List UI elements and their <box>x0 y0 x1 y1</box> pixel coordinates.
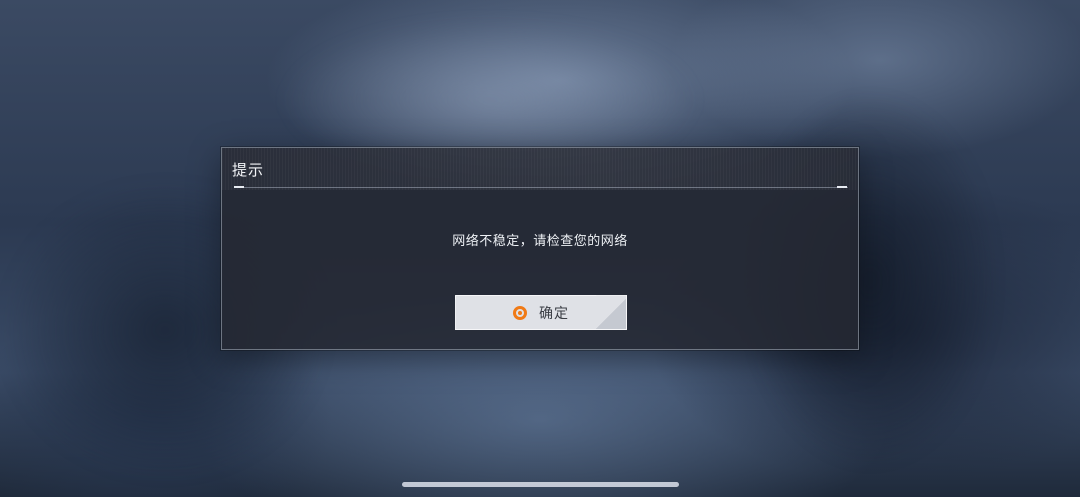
dialog-title: 提示 <box>232 161 265 179</box>
circle-target-icon <box>513 305 527 320</box>
home-indicator-bar[interactable] <box>402 482 679 487</box>
dialog-message: 网络不稳定，请检查您的网络 <box>452 234 628 249</box>
network-alert-dialog: 提示 网络不稳定，请检查您的网络 确定 <box>221 147 859 350</box>
confirm-button-label: 确定 <box>539 305 569 322</box>
header-divider <box>234 187 848 188</box>
game-screen: 提示 网络不稳定，请检查您的网络 确定 <box>0 0 1080 497</box>
divider-cap-right <box>837 186 847 188</box>
divider-cap-left <box>234 186 244 188</box>
confirm-button[interactable]: 确定 <box>455 295 627 330</box>
dialog-header: 提示 <box>222 148 858 190</box>
